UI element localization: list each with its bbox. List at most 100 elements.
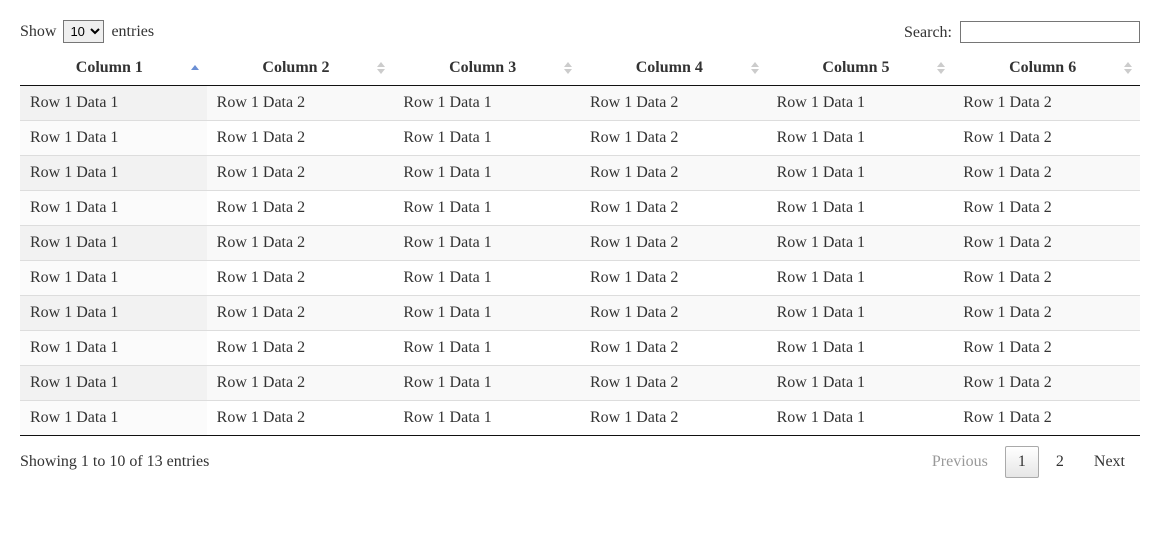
- pagination-page-1[interactable]: 1: [1005, 446, 1039, 478]
- table-cell: Row 1 Data 1: [393, 156, 580, 191]
- pagination-next[interactable]: Next: [1081, 446, 1138, 478]
- length-control: Show 10 entries: [20, 20, 154, 43]
- table-cell: Row 1 Data 1: [767, 191, 954, 226]
- table-cell: Row 1 Data 1: [767, 86, 954, 121]
- search-input[interactable]: [960, 21, 1140, 43]
- sort-desc-icon: [751, 69, 759, 74]
- column-header-label: Column 2: [262, 59, 329, 76]
- length-suffix: entries: [111, 23, 154, 40]
- table-cell: Row 1 Data 2: [953, 156, 1140, 191]
- table-cell: Row 1 Data 2: [207, 366, 394, 401]
- table-cell: Row 1 Data 2: [580, 86, 767, 121]
- column-header-3[interactable]: Column 3: [393, 51, 580, 86]
- table-cell: Row 1 Data 1: [20, 191, 207, 226]
- table-cell: Row 1 Data 2: [580, 261, 767, 296]
- table-cell: Row 1 Data 1: [767, 121, 954, 156]
- header-row: Column 1 Column 2 Column 3 Column 4 Column 5…: [20, 51, 1140, 86]
- table-cell: Row 1 Data 2: [580, 156, 767, 191]
- top-controls: Show 10 entries Search:: [20, 20, 1140, 43]
- column-header-4[interactable]: Column 4: [580, 51, 767, 86]
- table-cell: Row 1 Data 1: [20, 366, 207, 401]
- column-header-label: Column 6: [1009, 59, 1076, 76]
- table-cell: Row 1 Data 1: [767, 296, 954, 331]
- table-row: Row 1 Data 1Row 1 Data 2Row 1 Data 1Row …: [20, 86, 1140, 121]
- pagination-previous[interactable]: Previous: [919, 446, 1001, 478]
- sort-icon: [377, 62, 385, 74]
- sort-asc-icon: [1124, 62, 1132, 67]
- table-cell: Row 1 Data 2: [580, 226, 767, 261]
- table-cell: Row 1 Data 1: [393, 296, 580, 331]
- column-header-1[interactable]: Column 1: [20, 51, 207, 86]
- table-cell: Row 1 Data 2: [207, 156, 394, 191]
- bottom-controls: Showing 1 to 10 of 13 entries Previous12…: [20, 446, 1140, 478]
- table-cell: Row 1 Data 1: [20, 296, 207, 331]
- table-row: Row 1 Data 1Row 1 Data 2Row 1 Data 1Row …: [20, 121, 1140, 156]
- column-header-6[interactable]: Column 6: [953, 51, 1140, 86]
- table-cell: Row 1 Data 1: [767, 261, 954, 296]
- sort-desc-icon: [377, 69, 385, 74]
- table-cell: Row 1 Data 1: [767, 226, 954, 261]
- table-cell: Row 1 Data 2: [953, 296, 1140, 331]
- column-header-2[interactable]: Column 2: [207, 51, 394, 86]
- table-head: Column 1 Column 2 Column 3 Column 4 Column 5…: [20, 51, 1140, 86]
- table-body: Row 1 Data 1Row 1 Data 2Row 1 Data 1Row …: [20, 86, 1140, 436]
- pagination-page-2[interactable]: 2: [1043, 446, 1077, 478]
- table-row: Row 1 Data 1Row 1 Data 2Row 1 Data 1Row …: [20, 401, 1140, 436]
- sort-desc-icon: [1124, 69, 1132, 74]
- column-header-label: Column 4: [636, 59, 703, 76]
- table-cell: Row 1 Data 2: [953, 121, 1140, 156]
- length-select[interactable]: 10: [63, 20, 104, 43]
- sort-icon: [751, 62, 759, 74]
- column-header-5[interactable]: Column 5: [767, 51, 954, 86]
- table-cell: Row 1 Data 2: [580, 296, 767, 331]
- table-cell: Row 1 Data 1: [20, 86, 207, 121]
- table-cell: Row 1 Data 1: [393, 121, 580, 156]
- length-label: Show 10 entries: [20, 23, 154, 40]
- table-cell: Row 1 Data 1: [20, 156, 207, 191]
- table-cell: Row 1 Data 2: [953, 86, 1140, 121]
- table-cell: Row 1 Data 2: [953, 366, 1140, 401]
- table-cell: Row 1 Data 1: [393, 261, 580, 296]
- table-cell: Row 1 Data 2: [953, 226, 1140, 261]
- data-table: Column 1 Column 2 Column 3 Column 4 Column 5…: [20, 51, 1140, 436]
- search-label-wrapper: Search:: [904, 24, 1140, 41]
- sort-icon: [191, 65, 199, 71]
- table-cell: Row 1 Data 2: [207, 191, 394, 226]
- table-row: Row 1 Data 1Row 1 Data 2Row 1 Data 1Row …: [20, 226, 1140, 261]
- table-cell: Row 1 Data 2: [207, 86, 394, 121]
- table-cell: Row 1 Data 2: [207, 331, 394, 366]
- table-row: Row 1 Data 1Row 1 Data 2Row 1 Data 1Row …: [20, 191, 1140, 226]
- table-cell: Row 1 Data 1: [20, 331, 207, 366]
- table-cell: Row 1 Data 1: [393, 331, 580, 366]
- table-cell: Row 1 Data 1: [393, 401, 580, 436]
- table-cell: Row 1 Data 1: [393, 366, 580, 401]
- table-cell: Row 1 Data 2: [580, 121, 767, 156]
- table-cell: Row 1 Data 1: [20, 261, 207, 296]
- length-prefix: Show: [20, 23, 56, 40]
- sort-asc-icon: [751, 62, 759, 67]
- sort-desc-icon: [564, 69, 572, 74]
- pagination: Previous12Next: [917, 446, 1140, 478]
- table-cell: Row 1 Data 1: [393, 191, 580, 226]
- table-cell: Row 1 Data 2: [207, 261, 394, 296]
- table-cell: Row 1 Data 1: [393, 86, 580, 121]
- table-cell: Row 1 Data 1: [20, 121, 207, 156]
- table-cell: Row 1 Data 2: [953, 331, 1140, 366]
- table-cell: Row 1 Data 2: [207, 401, 394, 436]
- sort-icon: [937, 62, 945, 74]
- table-row: Row 1 Data 1Row 1 Data 2Row 1 Data 1Row …: [20, 156, 1140, 191]
- table-cell: Row 1 Data 1: [393, 226, 580, 261]
- sort-desc-icon: [937, 69, 945, 74]
- sort-asc-icon: [564, 62, 572, 67]
- table-cell: Row 1 Data 2: [953, 261, 1140, 296]
- sort-icon: [1124, 62, 1132, 74]
- table-cell: Row 1 Data 1: [767, 401, 954, 436]
- column-header-label: Column 3: [449, 59, 516, 76]
- table-info: Showing 1 to 10 of 13 entries: [20, 453, 209, 471]
- column-header-label: Column 5: [822, 59, 889, 76]
- table-cell: Row 1 Data 2: [953, 401, 1140, 436]
- table-cell: Row 1 Data 2: [580, 366, 767, 401]
- table-row: Row 1 Data 1Row 1 Data 2Row 1 Data 1Row …: [20, 261, 1140, 296]
- search-control: Search:: [904, 21, 1140, 43]
- table-cell: Row 1 Data 2: [580, 401, 767, 436]
